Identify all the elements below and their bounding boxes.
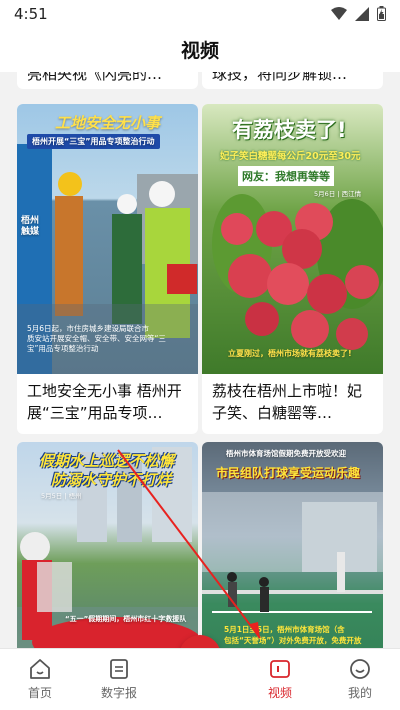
video-card-construction-safety[interactable]: 工地安全无小事 梧州开展“三宝”用品专项整治行动 梧州 触媒 5月6日起，市住房… <box>17 104 198 434</box>
video-card-lychee[interactable]: 有荔枝卖了! 妃子笑白糖罂每公斤20元至30元 网友：我想再等等 5月6日 | … <box>202 104 383 434</box>
video-card-title: 工地安全无小事 梧州开展“三宝”用品专项… <box>27 382 182 422</box>
thumb-caption: 5月6日起，市住房城乡建设局联合市 质安站开展安全帽、安全带、安全网等“三 宝”… <box>27 324 192 354</box>
thumb-banner: 梧州开展“三宝”用品专项整治行动 <box>27 134 160 149</box>
thumb-caption-line: 包括“天誉场”）对外免费开放，免费开放 <box>224 636 362 645</box>
thumb-banner: 妃子笑白糖罂每公斤20元至30元 <box>220 151 361 162</box>
video-feed[interactable]: 亮相央视《闪亮的… 球技，将同步解锁… 工地安全无小事 梧州开展“三宝”用品专项… <box>0 72 400 648</box>
thumb-caption-line: 质安站开展安全帽、安全带、安全网等“三 <box>27 334 166 343</box>
status-bar: 4:51 <box>0 0 400 28</box>
video-card-partial-left[interactable]: 亮相央视《闪亮的… <box>17 72 198 89</box>
thumb-logo: 梧州 触媒 <box>21 216 40 237</box>
video-card-sports-venue[interactable]: 梧州市体育场馆假期免费开放受欢迎 市民组队打球享受运动乐趣 5月1日至5日，梧州… <box>202 442 383 648</box>
battery-icon <box>377 6 386 21</box>
nav-item-video[interactable]: 视频 <box>245 657 315 701</box>
nav-label: 视频 <box>267 686 292 700</box>
video-thumbnail[interactable]: 工地安全无小事 梧州开展“三宝”用品专项整治行动 梧州 触媒 5月6日起，市住房… <box>17 104 198 374</box>
thumb-caption-line: 5月6日起，市住房城乡建设局联合市 <box>27 324 150 333</box>
thumbnail-scene <box>212 194 383 350</box>
status-icons <box>331 6 386 21</box>
thumb-caption-line: 宝”用品专项整治行动 <box>27 344 99 353</box>
video-thumbnail[interactable]: 有荔枝卖了! 妃子笑白糖罂每公斤20元至30元 网友：我想再等等 5月6日 | … <box>202 104 383 374</box>
thumb-footer: 立夏刚过，梧州市场就有荔枝卖了! <box>228 349 352 358</box>
home-icon <box>30 659 50 679</box>
video-card-title: 球技，将同步解锁… <box>212 72 348 83</box>
nav-item-home[interactable]: 首页 <box>5 657 75 701</box>
thumb-date: 5月5日 | 梧州 <box>41 492 82 500</box>
video-card-title: 亮相央视《闪亮的… <box>27 72 163 83</box>
thumb-date: 5月6日 | 西江情 <box>314 190 362 198</box>
thumb-sub: 网友：我想再等等 <box>238 166 334 186</box>
thumb-caption-line: 5月1日至5日，梧州市体育场馆（含 <box>224 625 345 634</box>
nav-label: 我的 <box>347 686 372 700</box>
video-icon <box>270 660 290 678</box>
thumb-headline: 市民组队打球享受运动乐趣 <box>216 466 361 480</box>
nav-item-newspaper[interactable]: 数字报 <box>84 657 154 701</box>
video-thumbnail[interactable]: 梧州市体育场馆假期免费开放受欢迎 市民组队打球享受运动乐趣 5月1日至5日，梧州… <box>202 442 383 648</box>
signal-icon <box>355 6 369 21</box>
wifi-icon <box>331 6 347 20</box>
thumb-footer: “五一”假期期间，梧州市红十字救援队 <box>65 615 187 623</box>
thumb-caption: 5月1日至5日，梧州市体育场馆（含 包括“天誉场”）对外免费开放，免费开放 <box>224 624 383 646</box>
video-card-partial-right[interactable]: 球技，将同步解锁… <box>202 72 383 89</box>
nav-label: 数字报 <box>100 686 137 700</box>
thumb-headline: 假期水上巡逻不松懈 <box>39 452 175 470</box>
video-thumbnail[interactable]: 假期水上巡逻不松懈 防溺水守护不打烊 5月5日 | 梧州 “五一”假期期间，梧州… <box>17 442 198 648</box>
video-card-water-patrol[interactable]: 假期水上巡逻不松懈 防溺水守护不打烊 5月5日 | 梧州 “五一”假期期间，梧州… <box>17 442 198 648</box>
newspaper-icon <box>110 659 128 679</box>
thumb-headline: 有荔枝卖了! <box>232 118 347 142</box>
thumb-headline: 工地安全无小事 <box>55 114 161 132</box>
status-time: 4:51 <box>14 5 48 23</box>
bottom-nav: 首页 数字报 视频 我的 <box>0 648 400 710</box>
video-card-title: 荔枝在梧州上市啦！妃子笑、白糖罂等… <box>212 382 363 422</box>
nav-item-profile[interactable]: 我的 <box>325 657 395 701</box>
nav-label: 首页 <box>27 686 52 700</box>
thumb-sub: 防溺水守护不打烊 <box>51 471 172 489</box>
profile-icon <box>350 659 370 679</box>
thumb-banner: 梧州市体育场馆假期免费开放受欢迎 <box>226 449 346 458</box>
page-title: 视频 <box>180 40 219 62</box>
app-header: 视频 <box>0 28 400 72</box>
